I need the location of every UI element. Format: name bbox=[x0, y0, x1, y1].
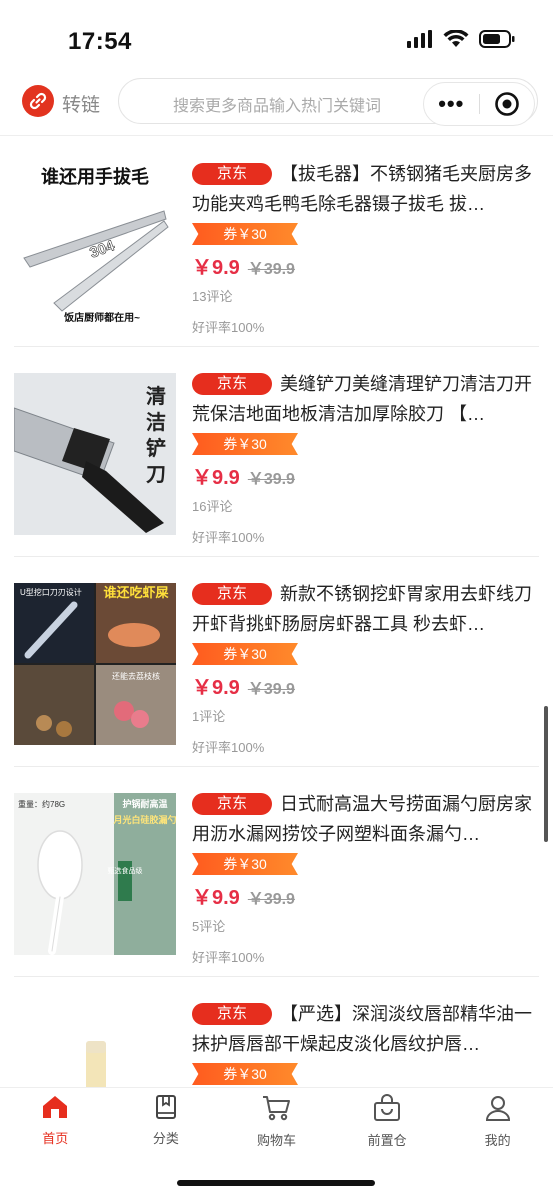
platform-tag: 京东 bbox=[192, 163, 272, 185]
cart-icon bbox=[263, 1096, 291, 1121]
product-title[interactable]: 京东 【拔毛器】不锈钢猪毛夹厨房多功能夹鸡毛鸭毛除毛器镊子拔毛 拔… bbox=[192, 159, 539, 219]
tab-mine[interactable]: 我的 bbox=[442, 1088, 553, 1159]
search-placeholder: 搜索更多商品输入热门关键词 bbox=[173, 98, 382, 115]
product-image[interactable] bbox=[14, 1003, 176, 1087]
logo-label[interactable]: 转链 bbox=[62, 90, 100, 117]
book-icon bbox=[155, 1095, 176, 1119]
price-row: ￥9.9 ￥39.9 bbox=[192, 671, 539, 699]
tab-label: 购物车 bbox=[256, 1133, 296, 1148]
image-caption: 护锅耐高温 bbox=[122, 798, 167, 809]
bottom-tab-bar: 首页 分类 购物车 前置仓 我的 bbox=[0, 1087, 553, 1159]
battery-icon bbox=[479, 30, 515, 48]
product-item[interactable]: 重量：约78G 护锅耐高温 月光白硅胶漏勺 甄选食品级 京东 日式耐高温大号捞面漏… bbox=[14, 767, 539, 977]
product-title[interactable]: 京东 【严选】深润淡纹唇部精华油一抹护唇唇部干燥起皮淡化唇纹护唇… bbox=[192, 999, 539, 1059]
platform-tag: 京东 bbox=[192, 373, 272, 395]
image-caption: U型挖口刀刃设计 bbox=[20, 587, 82, 597]
product-image[interactable]: 重量：约78G 护锅耐高温 月光白硅胶漏勺 甄选食品级 bbox=[14, 793, 176, 955]
link-logo-icon[interactable] bbox=[22, 85, 54, 117]
original-price: ￥39.9 bbox=[247, 261, 295, 278]
product-item[interactable]: 京东 【严选】深润淡纹唇部精华油一抹护唇唇部干燥起皮淡化唇纹护唇… 券￥30 bbox=[14, 977, 539, 1087]
coupon-badge: 券￥30 bbox=[192, 643, 298, 665]
coupon-badge: 券￥30 bbox=[192, 853, 298, 875]
bag-icon bbox=[374, 1094, 401, 1121]
status-icons bbox=[407, 30, 515, 48]
image-caption: 饭店厨师都在用~ bbox=[63, 311, 140, 324]
platform-tag: 京东 bbox=[192, 583, 272, 605]
image-caption: 还能去荔枝核 bbox=[112, 671, 160, 681]
comment-count: 5评论 bbox=[192, 919, 226, 934]
product-image[interactable]: 谁还用手拔毛 304 饭店厨师都在用~ bbox=[14, 163, 176, 325]
tab-label: 我的 bbox=[484, 1133, 511, 1148]
product-image[interactable]: U型挖口刀刃设计 谁还吃虾屎 还能去荔枝核 bbox=[14, 583, 176, 745]
image-caption: 重量：约78G bbox=[18, 799, 65, 809]
comment-count: 13评论 bbox=[192, 289, 233, 304]
tab-cart[interactable]: 购物车 bbox=[221, 1088, 332, 1159]
product-item[interactable]: U型挖口刀刃设计 谁还吃虾屎 还能去荔枝核 京东 新款不锈钢挖虾胃家用去虾线刀开虾… bbox=[14, 557, 539, 767]
coupon-badge: 券￥30 bbox=[192, 223, 298, 245]
product-title[interactable]: 京东 日式耐高温大号捞面漏勺厨房家用沥水漏网捞饺子网塑料面条漏勺… bbox=[192, 789, 539, 849]
product-item[interactable]: 谁还用手拔毛 304 饭店厨师都在用~ 京东 【拔毛器】不锈钢猪毛夹厨房多功能夹鸡… bbox=[14, 137, 539, 347]
coupon-badge: 券￥30 bbox=[192, 433, 298, 455]
positive-rate: 好评率100% bbox=[192, 320, 265, 335]
price-row: ￥9.9 ￥39.9 bbox=[192, 881, 539, 909]
image-caption: 洁 bbox=[146, 411, 166, 434]
miniapp-capsule: ••• bbox=[423, 82, 535, 126]
positive-rate: 好评率100% bbox=[192, 950, 265, 965]
scroll-indicator[interactable] bbox=[544, 706, 548, 842]
product-info: 京东 新款不锈钢挖虾胃家用去虾线刀开虾背挑虾肠厨房虾器工具 秒去虾… 券￥30 ￥… bbox=[192, 579, 539, 756]
target-close-icon bbox=[494, 92, 519, 116]
status-bar: 17:54 bbox=[0, 0, 553, 72]
product-image[interactable]: 清 洁 铲 刀 bbox=[14, 373, 176, 535]
original-price: ￥39.9 bbox=[247, 681, 295, 698]
product-list: 谁还用手拔毛 304 饭店厨师都在用~ 京东 【拔毛器】不锈钢猪毛夹厨房多功能夹鸡… bbox=[0, 137, 553, 1087]
product-info: 京东 美缝铲刀美缝清理铲刀清洁刀开荒保洁地面地板清洁加厚除胶刀 【… 券￥30 ￥… bbox=[192, 369, 539, 546]
price: ￥9.9 bbox=[192, 887, 240, 909]
tab-label: 分类 bbox=[152, 1131, 179, 1146]
product-item[interactable]: 清 洁 铲 刀 京东 美缝铲刀美缝清理铲刀清洁刀开荒保洁地面地板清洁加厚除胶刀 【… bbox=[14, 347, 539, 557]
original-price: ￥39.9 bbox=[247, 471, 295, 488]
positive-rate: 好评率100% bbox=[192, 740, 265, 755]
image-caption: 刀 bbox=[146, 464, 166, 486]
image-caption: 谁还吃虾屎 bbox=[103, 585, 169, 600]
price: ￥9.9 bbox=[192, 257, 240, 279]
tab-label: 首页 bbox=[42, 1131, 69, 1146]
image-caption: 月光白硅胶漏勺 bbox=[112, 814, 176, 825]
tab-home[interactable]: 首页 bbox=[0, 1088, 111, 1159]
status-time: 17:54 bbox=[68, 28, 132, 55]
product-info: 京东 日式耐高温大号捞面漏勺厨房家用沥水漏网捞饺子网塑料面条漏勺… 券￥30 ￥9… bbox=[192, 789, 539, 966]
tab-category[interactable]: 分类 bbox=[111, 1088, 222, 1159]
user-icon bbox=[485, 1096, 510, 1121]
top-nav: 转链 搜索更多商品输入热门关键词 ••• bbox=[0, 72, 553, 136]
coupon-badge: 券￥30 bbox=[192, 1063, 298, 1085]
home-icon bbox=[43, 1096, 68, 1118]
tab-warehouse[interactable]: 前置仓 bbox=[332, 1088, 443, 1159]
tab-label: 前置仓 bbox=[367, 1133, 407, 1148]
product-info: 京东 【严选】深润淡纹唇部精华油一抹护唇唇部干燥起皮淡化唇纹护唇… 券￥30 bbox=[192, 999, 539, 1085]
price: ￥9.9 bbox=[192, 467, 240, 489]
home-indicator[interactable] bbox=[177, 1180, 375, 1186]
cellular-signal-icon bbox=[407, 30, 432, 48]
comment-count: 16评论 bbox=[192, 499, 233, 514]
platform-tag: 京东 bbox=[192, 1003, 272, 1025]
product-title[interactable]: 京东 美缝铲刀美缝清理铲刀清洁刀开荒保洁地面地板清洁加厚除胶刀 【… bbox=[192, 369, 539, 429]
product-title[interactable]: 京东 新款不锈钢挖虾胃家用去虾线刀开虾背挑虾肠厨房虾器工具 秒去虾… bbox=[192, 579, 539, 639]
comment-count: 1评论 bbox=[192, 709, 226, 724]
price-row: ￥9.9 ￥39.9 bbox=[192, 461, 539, 489]
original-price: ￥39.9 bbox=[247, 891, 295, 908]
more-options-button[interactable]: ••• bbox=[424, 93, 479, 115]
product-info: 京东 【拔毛器】不锈钢猪毛夹厨房多功能夹鸡毛鸭毛除毛器镊子拔毛 拔… 券￥30 ￥… bbox=[192, 159, 539, 336]
image-caption: 谁还用手拔毛 bbox=[41, 166, 149, 187]
price-row: ￥9.9 ￥39.9 bbox=[192, 251, 539, 279]
price: ￥9.9 bbox=[192, 677, 240, 699]
positive-rate: 好评率100% bbox=[192, 530, 265, 545]
wifi-icon bbox=[443, 30, 469, 47]
close-miniapp-button[interactable] bbox=[479, 91, 534, 117]
image-caption: 清 bbox=[146, 384, 166, 408]
image-caption: 甄选食品级 bbox=[108, 866, 143, 875]
image-caption: 铲 bbox=[146, 436, 166, 460]
platform-tag: 京东 bbox=[192, 793, 272, 815]
